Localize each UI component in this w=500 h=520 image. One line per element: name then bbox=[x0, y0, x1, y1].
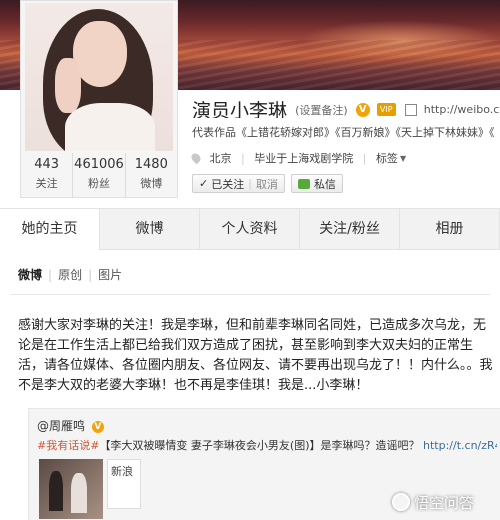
post-text: 感谢大家对李琳的关注！我是李琳，但和前辈李琳同名同姓，已造成多次乌龙，无论是在工… bbox=[18, 318, 493, 393]
followed-label: 已关注 bbox=[211, 177, 245, 191]
vip-badge[interactable]: VIP bbox=[376, 103, 396, 116]
stat-following-count: 443 bbox=[34, 157, 60, 172]
tab-profile-info[interactable]: 个人资料 bbox=[200, 209, 300, 249]
avatar-hand bbox=[55, 58, 81, 113]
stat-weibo[interactable]: 1480 微博 bbox=[124, 153, 177, 197]
watermark-text: 悟空问答 bbox=[414, 493, 475, 512]
stat-fans[interactable]: 461006 粉丝 bbox=[72, 153, 124, 197]
tab-home[interactable]: 她的主页 bbox=[0, 209, 100, 251]
message-icon bbox=[297, 178, 310, 189]
avatar-shirt bbox=[65, 103, 155, 151]
unfollow-link[interactable]: 取消 bbox=[256, 176, 278, 192]
tags-dropdown[interactable]: 标签 ▼ bbox=[375, 151, 407, 165]
feed: 微博 | 原创 | 图片 感谢大家对李琳的关注！我是李琳，但和前辈李琳同名同姓，已造成多… bbox=[0, 250, 500, 520]
stat-weibo-count: 1480 bbox=[134, 157, 168, 172]
repost-image[interactable] bbox=[39, 459, 103, 519]
repost-image-person bbox=[71, 473, 87, 513]
info-separator: | bbox=[362, 151, 367, 165]
message-label: 私信 bbox=[313, 177, 336, 191]
repost-source-card[interactable]: 新浪 bbox=[107, 459, 141, 509]
filter-separator: | bbox=[88, 268, 93, 282]
avatar[interactable] bbox=[25, 3, 173, 151]
verified-v-icon: V bbox=[355, 102, 370, 117]
profile-stats: 443 关注 461006 粉丝 1480 微博 bbox=[21, 153, 177, 197]
location-pin-icon bbox=[189, 151, 203, 165]
stat-fans-count: 461006 bbox=[74, 157, 124, 172]
verified-v-icon: V bbox=[91, 420, 104, 433]
stat-following-label: 关注 bbox=[35, 177, 58, 190]
profile-location: 北京 bbox=[209, 152, 232, 165]
filter-weibo[interactable]: 微博 bbox=[18, 268, 42, 282]
button-divider: | bbox=[248, 177, 252, 190]
repost-body: 【李大双被曝情变 妻子李琳夜会小男友(图)】是李琳吗？造谣吧？ bbox=[99, 439, 420, 452]
wukong-logo-icon bbox=[392, 493, 410, 511]
filter-original[interactable]: 原创 bbox=[58, 268, 82, 282]
message-button[interactable]: 私信 bbox=[290, 174, 343, 193]
profile-url[interactable]: http://weibo.com/u/12333 bbox=[424, 103, 500, 116]
followed-button[interactable]: ✓ 已关注 | 取消 bbox=[192, 174, 285, 193]
representative-works: 代表作品《上错花轿嫁对郎》《百万新娘》《天上掉下林妹妹》《 bbox=[192, 126, 495, 139]
profile-tabs: 她的主页 微博 个人资料 关注/粉丝 相册 bbox=[0, 208, 500, 251]
profile-actions: ✓ 已关注 | 取消 私信 bbox=[192, 174, 343, 194]
filter-images[interactable]: 图片 bbox=[98, 268, 122, 282]
filter-separator: | bbox=[48, 268, 53, 282]
tab-weibo[interactable]: 微博 bbox=[100, 209, 200, 249]
profile-name-row: 演员小李琳 (设置备注) V VIP http://weibo.com/u/12… bbox=[192, 96, 500, 118]
repost-link[interactable]: http://t.cn/zR4JLKR bbox=[423, 439, 497, 452]
tags-label: 标签 bbox=[375, 152, 398, 165]
repost-image-person bbox=[49, 471, 63, 511]
repost-text: #我有话说#【李大双被曝情变 妻子李琳夜会小男友(图)】是李琳吗？造谣吧？ ht… bbox=[37, 437, 497, 453]
stat-fans-label: 粉丝 bbox=[87, 177, 110, 190]
avatar-face bbox=[73, 21, 127, 87]
tab-follow-fans[interactable]: 关注/粉丝 bbox=[300, 209, 400, 249]
watermark: 悟空问答 bbox=[392, 490, 474, 514]
repost-author-name: @周雁鸣 bbox=[37, 419, 86, 433]
profile-school: 毕业于上海戏剧学院 bbox=[254, 152, 354, 165]
stat-weibo-label: 微博 bbox=[140, 177, 163, 190]
profile-name: 演员小李琳 bbox=[192, 100, 288, 118]
check-icon: ✓ bbox=[199, 177, 209, 190]
caret-down-icon: ▼ bbox=[399, 153, 407, 163]
repost-hashtag[interactable]: #我有话说# bbox=[37, 439, 99, 452]
info-separator: | bbox=[241, 151, 245, 165]
tab-album[interactable]: 相册 bbox=[400, 209, 500, 249]
set-remark-link[interactable]: (设置备注) bbox=[295, 104, 348, 117]
feed-filters: 微博 | 原创 | 图片 bbox=[18, 266, 122, 283]
avatar-card: 443 关注 461006 粉丝 1480 微博 bbox=[20, 0, 178, 198]
profile-info-row: 北京 | 毕业于上海戏剧学院 | 标签 ▼ bbox=[189, 150, 500, 166]
stat-following[interactable]: 443 关注 bbox=[21, 153, 72, 197]
home-url-icon bbox=[404, 103, 417, 116]
feed-divider bbox=[10, 294, 490, 295]
repost-author[interactable]: @周雁鸣 V bbox=[37, 417, 104, 434]
